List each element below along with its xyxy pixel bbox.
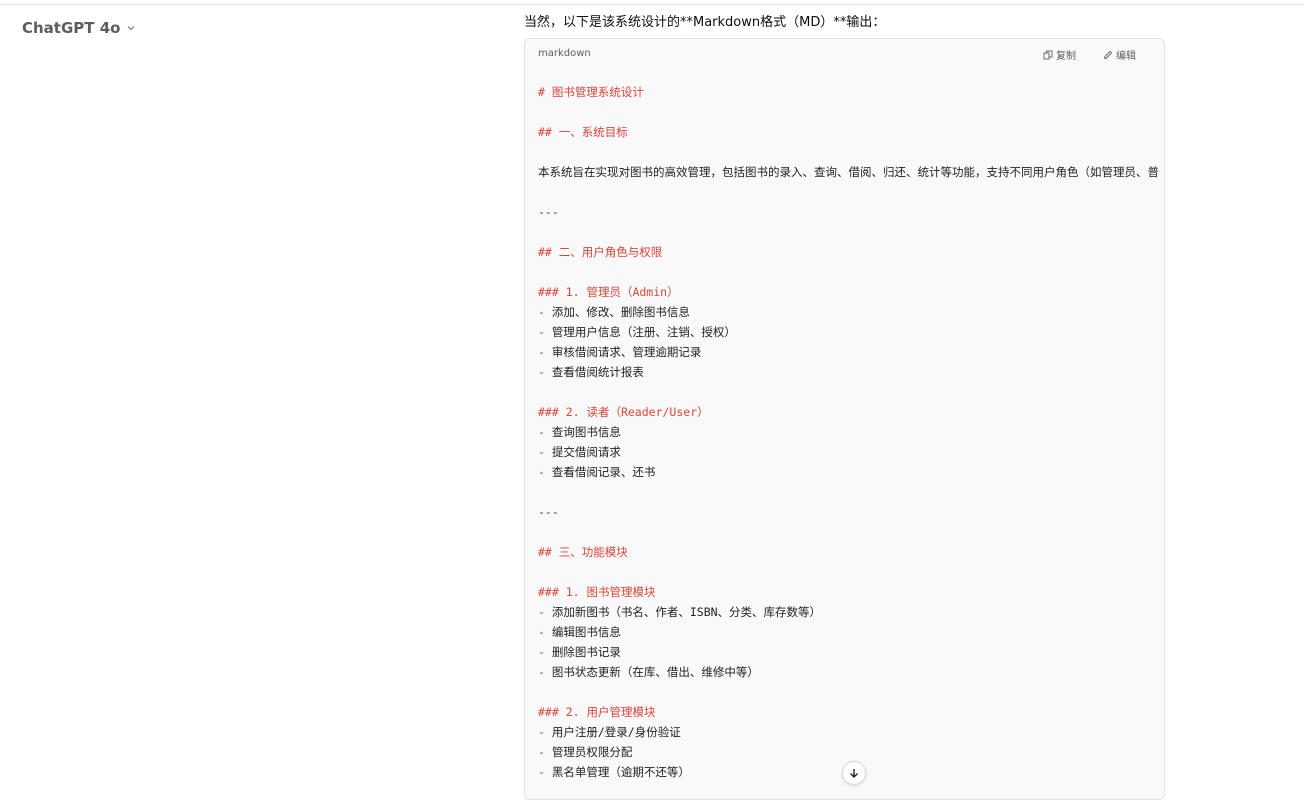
code-line: --- — [538, 502, 1164, 522]
code-line-text: 查询图书信息 — [551, 425, 621, 439]
code-line: - 图书状态更新（在库、借出、维修中等） — [538, 662, 1164, 682]
code-line: --- — [538, 202, 1164, 222]
code-line: - 查看借阅记录、还书 — [538, 462, 1164, 482]
code-line-text: 添加、修改、删除图书信息 — [551, 305, 690, 319]
code-content: # 图书管理系统设计 ## 一、系统目标本系统旨在实现对图书的高效管理，包括图书的… — [538, 82, 1164, 782]
code-line-text: 提交借阅请求 — [551, 445, 621, 459]
code-line: 本系统旨在实现对图书的高效管理，包括图书的录入、查询、借阅、归还、统计等功能，支… — [538, 162, 1164, 182]
code-line: ## 三、功能模块 — [538, 542, 1164, 562]
edit-button[interactable]: 编辑 — [1103, 47, 1136, 62]
code-line: # 图书管理系统设计 — [538, 82, 1164, 102]
code-line-text: 编辑图书信息 — [551, 625, 621, 639]
model-name: ChatGPT 4o — [22, 19, 121, 37]
code-line: ## 二、用户角色与权限 — [538, 242, 1164, 262]
list-marker: - — [538, 745, 552, 759]
arrow-down-icon — [850, 769, 858, 778]
code-block-header: markdown 复制 编辑 — [525, 39, 1164, 69]
code-line: - 审核借阅请求、管理逾期记录 — [538, 342, 1164, 362]
list-marker: - — [538, 325, 552, 339]
code-line-text: 删除图书记录 — [551, 645, 621, 659]
code-line-text: ## 二、用户角色与权限 — [538, 245, 663, 259]
list-marker: - — [538, 725, 552, 739]
code-line: - 管理用户信息（注册、注销、授权） — [538, 322, 1164, 342]
copy-label: 复制 — [1056, 51, 1076, 62]
list-marker: - — [538, 665, 552, 679]
model-selector[interactable]: ChatGPT 4o — [22, 19, 136, 37]
list-marker: - — [538, 365, 552, 379]
scroll-to-bottom-button[interactable] — [842, 761, 866, 785]
code-line-text: 查看借阅统计报表 — [551, 365, 644, 379]
code-line-text: ### 2. 用户管理模块 — [538, 705, 656, 719]
list-marker: - — [538, 345, 552, 359]
list-marker: - — [538, 425, 552, 439]
list-marker: - — [538, 305, 552, 319]
code-line-text: ## 三、功能模块 — [538, 545, 628, 559]
code-line: - 添加新图书（书名、作者、ISBN、分类、库存数等） — [538, 602, 1164, 622]
code-block: markdown 复制 编辑 # 图书管理系统设计 ## 一、系统目标本系统旨在实… — [524, 38, 1165, 800]
list-marker: - — [538, 605, 552, 619]
assistant-intro-text: 当然，以下是该系统设计的**Markdown格式（MD）**输出： — [524, 15, 886, 30]
edit-icon — [1103, 50, 1113, 59]
list-marker: - — [538, 445, 552, 459]
top-divider — [0, 4, 1304, 5]
code-line: ## 一、系统目标 — [538, 122, 1164, 142]
code-line-text: ### 1. 管理员（Admin） — [538, 285, 679, 299]
code-line-text: 管理用户信息（注册、注销、授权） — [551, 325, 736, 339]
code-line-text: 管理员权限分配 — [551, 745, 633, 759]
code-line-text: ### 2. 读者（Reader/User） — [538, 405, 709, 419]
code-line-text: 图书状态更新（在库、借出、维修中等） — [551, 665, 759, 679]
list-marker: - — [538, 625, 552, 639]
code-line-text: 审核借阅请求、管理逾期记录 — [551, 345, 702, 359]
edit-label: 编辑 — [1116, 51, 1136, 62]
code-line-text: ## 一、系统目标 — [538, 125, 628, 139]
code-line: ### 1. 管理员（Admin） — [538, 282, 1164, 302]
code-line: - 查看借阅统计报表 — [538, 362, 1164, 382]
code-line: ### 2. 读者（Reader/User） — [538, 402, 1164, 422]
code-line: - 删除图书记录 — [538, 642, 1164, 662]
code-line: - 查询图书信息 — [538, 422, 1164, 442]
code-line-text: 用户注册/登录/身份验证 — [551, 725, 681, 739]
copy-button[interactable]: 复制 — [1043, 47, 1076, 62]
code-line: - 编辑图书信息 — [538, 622, 1164, 642]
code-line: - 用户注册/登录/身份验证 — [538, 722, 1164, 742]
code-line-text: # 图书管理系统设计 — [538, 85, 644, 99]
code-line: - 提交借阅请求 — [538, 442, 1164, 462]
code-line-text: 查看借阅记录、还书 — [551, 465, 656, 479]
code-line-text: --- — [538, 205, 559, 219]
code-line: ### 1. 图书管理模块 — [538, 582, 1164, 602]
code-line: - 管理员权限分配 — [538, 742, 1164, 762]
code-language-label: markdown — [538, 48, 591, 59]
code-line-text: 添加新图书（书名、作者、ISBN、分类、库存数等） — [551, 605, 822, 619]
list-marker: - — [538, 765, 552, 779]
list-marker: - — [538, 465, 552, 479]
code-line-text: ### 1. 图书管理模块 — [538, 585, 656, 599]
code-line-text: 黑名单管理（逾期不还等） — [551, 765, 690, 779]
copy-icon — [1043, 50, 1053, 59]
code-line: - 添加、修改、删除图书信息 — [538, 302, 1164, 322]
code-line: ### 2. 用户管理模块 — [538, 702, 1164, 722]
list-marker: - — [538, 645, 552, 659]
code-line-text: --- — [538, 505, 559, 519]
code-line-text: 本系统旨在实现对图书的高效管理，包括图书的录入、查询、借阅、归还、统计等功能，支… — [538, 165, 1159, 179]
chevron-down-icon — [128, 26, 135, 31]
